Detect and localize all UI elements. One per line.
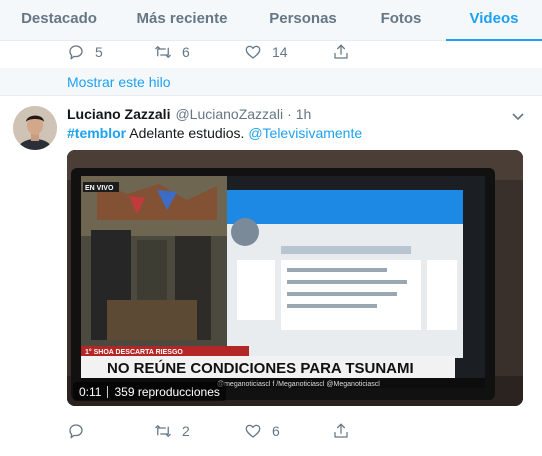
video-player[interactable]: EN VIVO 1° SHOA DESCARTA RIESGO NO REÚNE… (67, 150, 523, 406)
header-separator: · (287, 106, 292, 122)
retweet-button[interactable]: 6 (154, 40, 190, 64)
video-views: 359 reproducciones (114, 384, 220, 399)
like-icon (245, 45, 261, 59)
tweet-menu-button[interactable] (510, 108, 526, 124)
tweet-body: Adelante estudios. (126, 125, 249, 141)
tab-fotos[interactable]: Fotos (366, 0, 436, 41)
tweet-timestamp[interactable]: 1h (296, 106, 312, 122)
video-thumbnail: EN VIVO 1° SHOA DESCARTA RIESGO NO REÚNE… (67, 150, 523, 406)
tweet-header: Luciano Zazzali @LucianoZazzali · 1h (67, 106, 311, 122)
share-button[interactable] (332, 40, 350, 64)
tab-personas[interactable]: Personas (258, 0, 348, 41)
reply-icon (69, 45, 83, 60)
tv-footer: @meganoticiascl f /Meganoticiascl @Megan… (217, 381, 380, 388)
chevron-down-icon (512, 113, 524, 121)
video-duration: 0:11 (79, 384, 102, 399)
show-thread-link[interactable]: Mostrar este hilo (67, 74, 170, 90)
retweet-icon (155, 425, 171, 437)
mention-link[interactable]: @Televisivamente (248, 125, 362, 141)
tweet-text: #temblor Adelante estudios. @Televisivam… (67, 125, 362, 141)
like-count: 6 (272, 423, 280, 439)
tweet-actions: 2 6 (0, 419, 542, 443)
prev-tweet-actions: 5 6 14 (0, 40, 542, 64)
share-icon (334, 44, 348, 59)
avatar[interactable] (13, 106, 57, 150)
retweet-button[interactable]: 2 (154, 419, 190, 443)
show-thread-bar: Mostrar este hilo (0, 68, 542, 96)
share-button[interactable] (332, 419, 350, 443)
reply-button[interactable]: 5 (67, 40, 103, 64)
avatar-image (13, 106, 57, 150)
like-button[interactable]: 6 (244, 419, 280, 443)
meta-divider (107, 385, 109, 398)
tab-destacado[interactable]: Destacado (0, 0, 118, 41)
retweet-count: 6 (182, 44, 190, 60)
like-button[interactable]: 14 (244, 40, 288, 64)
tab-mas-reciente[interactable]: Más reciente (122, 0, 242, 41)
reply-icon (69, 424, 83, 439)
video-meta: 0:11 359 reproducciones (73, 382, 226, 401)
like-count: 14 (272, 44, 288, 60)
retweet-icon (155, 46, 171, 58)
tab-videos[interactable]: Videos (446, 0, 542, 41)
search-tabs: Destacado Más reciente Personas Fotos Vi… (0, 0, 542, 41)
like-icon (245, 424, 261, 438)
retweet-count: 2 (182, 423, 190, 439)
share-icon (334, 423, 348, 438)
author-handle[interactable]: @LucianoZazzali (175, 106, 283, 122)
hashtag-link[interactable]: #temblor (67, 125, 126, 141)
reply-button[interactable] (67, 419, 95, 443)
tv-ticker: 1° SHOA DESCARTA RIESGO (85, 348, 183, 356)
tv-source-label: EN VIVO (85, 185, 114, 192)
reply-count: 5 (95, 44, 103, 60)
tv-headline: NO REÚNE CONDICIONES PARA TSUNAMI (107, 359, 414, 377)
author-name[interactable]: Luciano Zazzali (67, 106, 170, 122)
